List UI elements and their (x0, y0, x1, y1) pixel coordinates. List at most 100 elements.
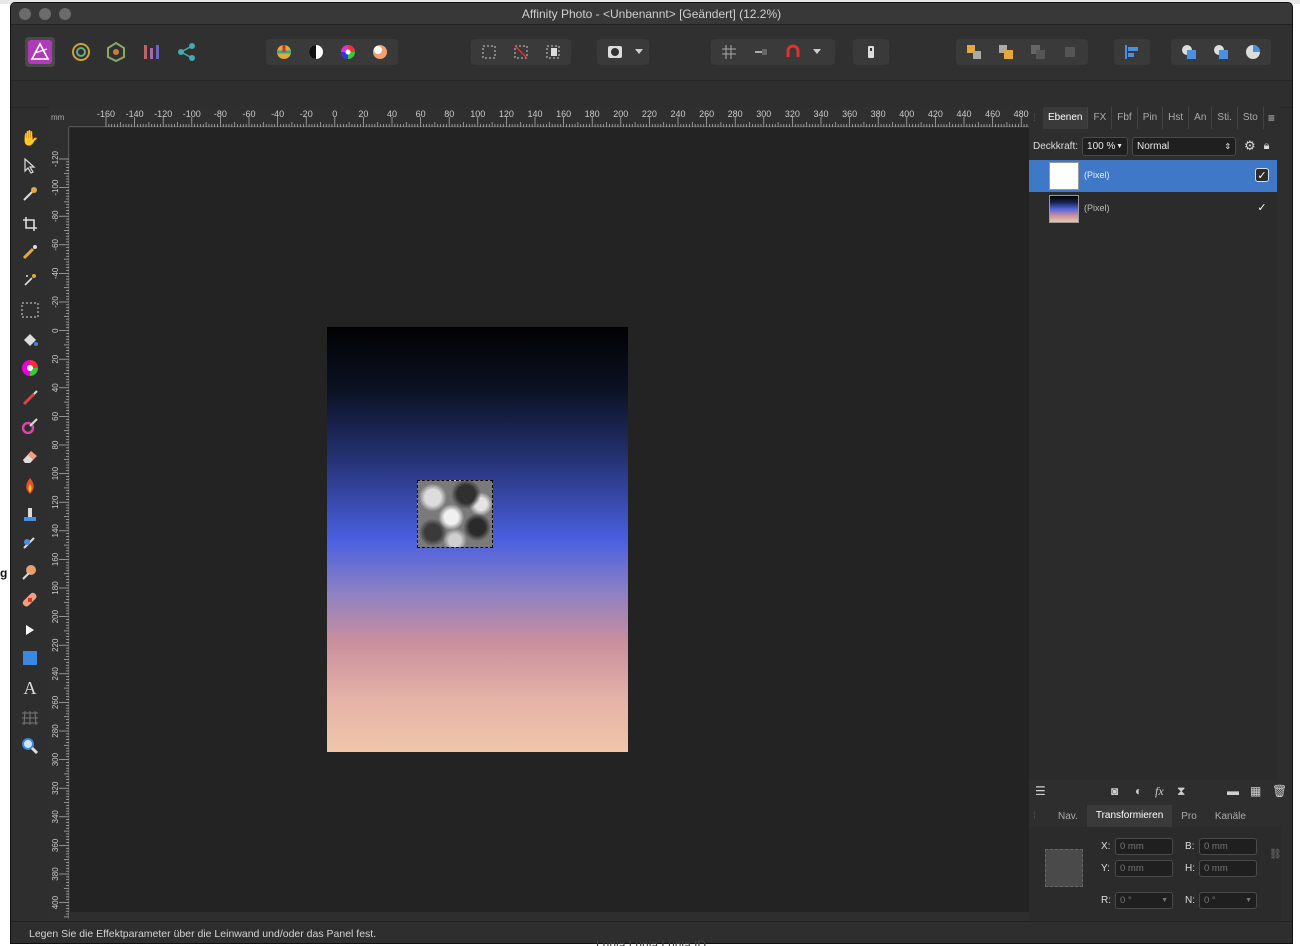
marquee-tool-icon[interactable] (19, 299, 41, 321)
move-tool-icon[interactable] (19, 155, 41, 177)
levels-icon[interactable] (269, 40, 299, 64)
height-field[interactable]: 0 mm (1199, 860, 1257, 877)
chevron-down-icon[interactable] (810, 40, 824, 64)
ruler-tick-label: 480 (1014, 109, 1029, 119)
rotation-field[interactable]: 0 ° ▼ (1115, 892, 1173, 909)
canvas-area[interactable] (70, 128, 1029, 912)
erase-tool-icon[interactable] (19, 445, 41, 467)
selection-marquee[interactable] (417, 480, 493, 548)
panel-grip-icon[interactable]: ⁞ (1029, 113, 1043, 124)
ruler-tick-label: 400 (899, 109, 914, 119)
ruler-tick-label: 180 (585, 109, 600, 119)
tab-sti[interactable]: Sti. (1212, 107, 1238, 129)
selection-brush-tool-icon[interactable] (19, 241, 41, 263)
tab-transformieren[interactable]: Transformieren (1086, 805, 1173, 827)
color-replacement-tool-icon[interactable] (19, 415, 41, 437)
white-balance-icon[interactable] (365, 40, 395, 64)
document-gradient-image[interactable] (327, 327, 628, 752)
bring-forward-icon[interactable] (991, 40, 1021, 64)
arrange-group (956, 39, 1088, 65)
layer-row[interactable]: (Pixel) ✓ (1029, 160, 1277, 192)
zoom-tool-icon[interactable] (19, 735, 41, 757)
quick-mask-icon[interactable] (600, 40, 630, 64)
width-field[interactable]: 0 mm (1199, 838, 1257, 855)
tab-sto[interactable]: Sto (1238, 107, 1264, 129)
mask-layer-icon[interactable]: ◙ (1111, 784, 1118, 798)
adjustment-layer-icon[interactable]: ◐ (1135, 784, 1142, 798)
tab-kanaele[interactable]: Kanäle (1206, 811, 1255, 822)
add-shape-icon[interactable] (1174, 40, 1204, 64)
rectangle-tool-icon[interactable] (19, 647, 41, 669)
gradient-tool-icon[interactable] (19, 357, 41, 379)
tab-hst[interactable]: Hst (1163, 107, 1190, 129)
link-icon[interactable]: ⛓ (1269, 849, 1282, 860)
subtract-shape-icon[interactable] (1206, 40, 1236, 64)
assistant-icon[interactable] (856, 40, 886, 64)
hand-tool-icon[interactable]: ✋ (19, 127, 41, 149)
tab-ebenen[interactable]: Ebenen (1043, 107, 1089, 129)
align-guides-icon[interactable] (746, 40, 776, 64)
invert-selection-icon[interactable] (538, 40, 568, 64)
shear-field[interactable]: 0 ° ▼ (1199, 892, 1257, 909)
tab-fx[interactable]: FX (1088, 107, 1113, 129)
tab-pro[interactable]: Pro (1172, 811, 1206, 822)
healing-tool-icon[interactable] (19, 589, 41, 611)
layer-visibility-checkbox[interactable]: ✓ (1255, 201, 1269, 215)
align-icon[interactable] (1117, 40, 1147, 64)
folder-icon[interactable]: ▬ (1227, 784, 1239, 798)
tab-an[interactable]: An (1189, 107, 1213, 129)
node-tool-icon[interactable] (19, 619, 41, 641)
mesh-warp-tool-icon[interactable] (19, 707, 41, 729)
snapping-magnet-icon[interactable] (778, 40, 808, 64)
ruler-tick-label: 160 (556, 109, 571, 119)
blur-tool-icon[interactable] (19, 561, 41, 583)
fx-icon[interactable]: fx (1155, 784, 1164, 799)
lock-icon[interactable]: 🔒︎ (1264, 140, 1270, 153)
develop-persona-icon[interactable] (101, 37, 131, 67)
blend-mode-select[interactable]: Normal ⇕ (1132, 136, 1237, 156)
x-field[interactable]: 0 mm (1115, 838, 1173, 855)
opacity-field[interactable]: 100 % ▼ (1082, 136, 1129, 156)
photo-persona-icon[interactable] (25, 37, 55, 67)
tab-pin[interactable]: Pin (1138, 107, 1164, 129)
paint-brush-tool-icon[interactable] (19, 387, 41, 409)
tab-fbf[interactable]: Fbf (1112, 107, 1138, 129)
contrast-icon[interactable] (301, 40, 331, 64)
tone-mapping-persona-icon[interactable] (137, 37, 167, 67)
dodge-burn-tool-icon[interactable] (19, 475, 41, 497)
ruler-tick-label: 420 (928, 109, 943, 119)
flood-select-tool-icon[interactable] (19, 269, 41, 291)
tab-nav[interactable]: Nav. (1049, 811, 1087, 822)
panel-grip-icon[interactable]: ⁞ (1029, 811, 1049, 822)
layers-stack-icon[interactable]: ☰ (1035, 784, 1046, 798)
liquify-persona-icon[interactable] (66, 37, 96, 67)
crop-tool-icon[interactable] (19, 213, 41, 235)
text-tool-icon[interactable]: A (19, 677, 41, 699)
layer-visibility-checkbox[interactable]: ✓ (1255, 168, 1269, 182)
trash-icon[interactable]: 🗑︎ (1272, 784, 1287, 798)
flood-fill-tool-icon[interactable] (19, 329, 41, 351)
gear-icon[interactable]: ⚙ (1244, 138, 1256, 154)
snapping-group (711, 39, 835, 65)
intersect-shape-icon[interactable] (1238, 40, 1268, 64)
select-all-icon[interactable] (474, 40, 504, 64)
pixel-layer-icon[interactable]: ▦ (1250, 784, 1261, 798)
export-persona-icon[interactable] (172, 37, 202, 67)
clone-tool-icon[interactable] (19, 503, 41, 525)
grid-icon[interactable] (714, 40, 744, 64)
y-field[interactable]: 0 mm (1115, 860, 1173, 877)
chevron-down-icon[interactable] (632, 40, 646, 64)
color-picker-tool-icon[interactable] (19, 183, 41, 205)
deselect-icon[interactable] (506, 40, 536, 64)
live-filter-icon[interactable]: ⧗ (1177, 784, 1185, 799)
bring-to-front-icon[interactable] (959, 40, 989, 64)
panel-menu-icon[interactable]: ≡ (1268, 111, 1275, 125)
color-wheel-icon[interactable] (333, 40, 363, 64)
anchor-selector[interactable] (1045, 849, 1083, 887)
smudge-tool-icon[interactable] (19, 531, 41, 553)
layer-row[interactable]: (Pixel) ✓ (1029, 193, 1277, 225)
layer-controls: Deckkraft: 100 % ▼ Normal ⇕ ⚙ 🔒︎ (1029, 134, 1281, 158)
send-to-back-icon[interactable] (1055, 40, 1085, 64)
shear-value: 0 ° (1204, 895, 1216, 906)
send-backward-icon[interactable] (1023, 40, 1053, 64)
